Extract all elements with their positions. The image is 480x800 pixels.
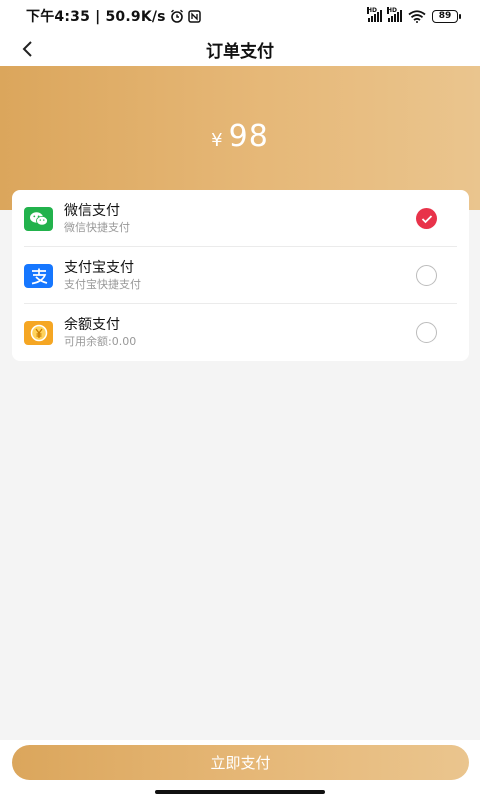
payment-method-list: 微信支付 微信快捷支付 支付宝支付 支付宝快捷支付 余额支付 可用余额:0.00	[12, 190, 469, 361]
pay-now-button[interactable]: 立即支付	[12, 745, 469, 780]
wechat-pay-icon	[24, 207, 53, 231]
payment-option-alipay[interactable]: 支付宝支付 支付宝快捷支付	[12, 247, 469, 304]
page-title: 订单支付	[206, 41, 274, 62]
status-left: 下午4:35 | 50.9K/s	[26, 6, 201, 26]
payment-name: 支付宝支付	[64, 260, 134, 276]
back-button[interactable]	[14, 36, 40, 62]
radio-checked[interactable]	[416, 208, 437, 229]
nfc-icon	[187, 9, 201, 23]
status-right: HD HD 89	[367, 7, 461, 23]
radio-unchecked[interactable]	[416, 322, 437, 343]
alarm-icon	[170, 9, 183, 23]
battery-icon: 89	[432, 9, 461, 23]
currency-symbol: ¥	[211, 130, 223, 151]
wifi-icon	[408, 9, 426, 23]
payment-name: 微信支付	[64, 203, 120, 219]
status-time: 下午4:35 | 50.9K/s	[26, 9, 166, 25]
payment-option-text: 余额支付 可用余额:0.00	[64, 316, 136, 349]
balance-icon	[24, 321, 53, 345]
payment-option-balance[interactable]: 余额支付 可用余额:0.00	[12, 304, 469, 361]
payment-option-text: 支付宝支付 支付宝快捷支付	[64, 259, 141, 292]
payment-desc: 微信快捷支付	[64, 221, 130, 234]
payment-desc: 支付宝快捷支付	[64, 278, 141, 291]
payment-option-text: 微信支付 微信快捷支付	[64, 202, 130, 235]
check-icon	[421, 214, 432, 223]
battery-level: 89	[438, 11, 452, 21]
amount-value: 98	[228, 119, 269, 154]
signal-icon: HD	[367, 7, 382, 22]
chevron-left-icon	[22, 41, 32, 57]
payment-desc: 可用余额:0.00	[64, 335, 137, 348]
status-bar: 下午4:35 | 50.9K/s HD HD 89	[0, 0, 480, 32]
signal-icon: HD	[387, 7, 402, 22]
radio-unchecked[interactable]	[416, 265, 437, 286]
order-amount: ¥ 98	[0, 119, 480, 154]
nav-bar: 订单支付	[0, 32, 480, 66]
alipay-icon	[24, 264, 53, 288]
payment-option-wechat[interactable]: 微信支付 微信快捷支付	[12, 190, 469, 247]
payment-name: 余额支付	[64, 317, 120, 333]
home-indicator[interactable]	[155, 790, 325, 794]
